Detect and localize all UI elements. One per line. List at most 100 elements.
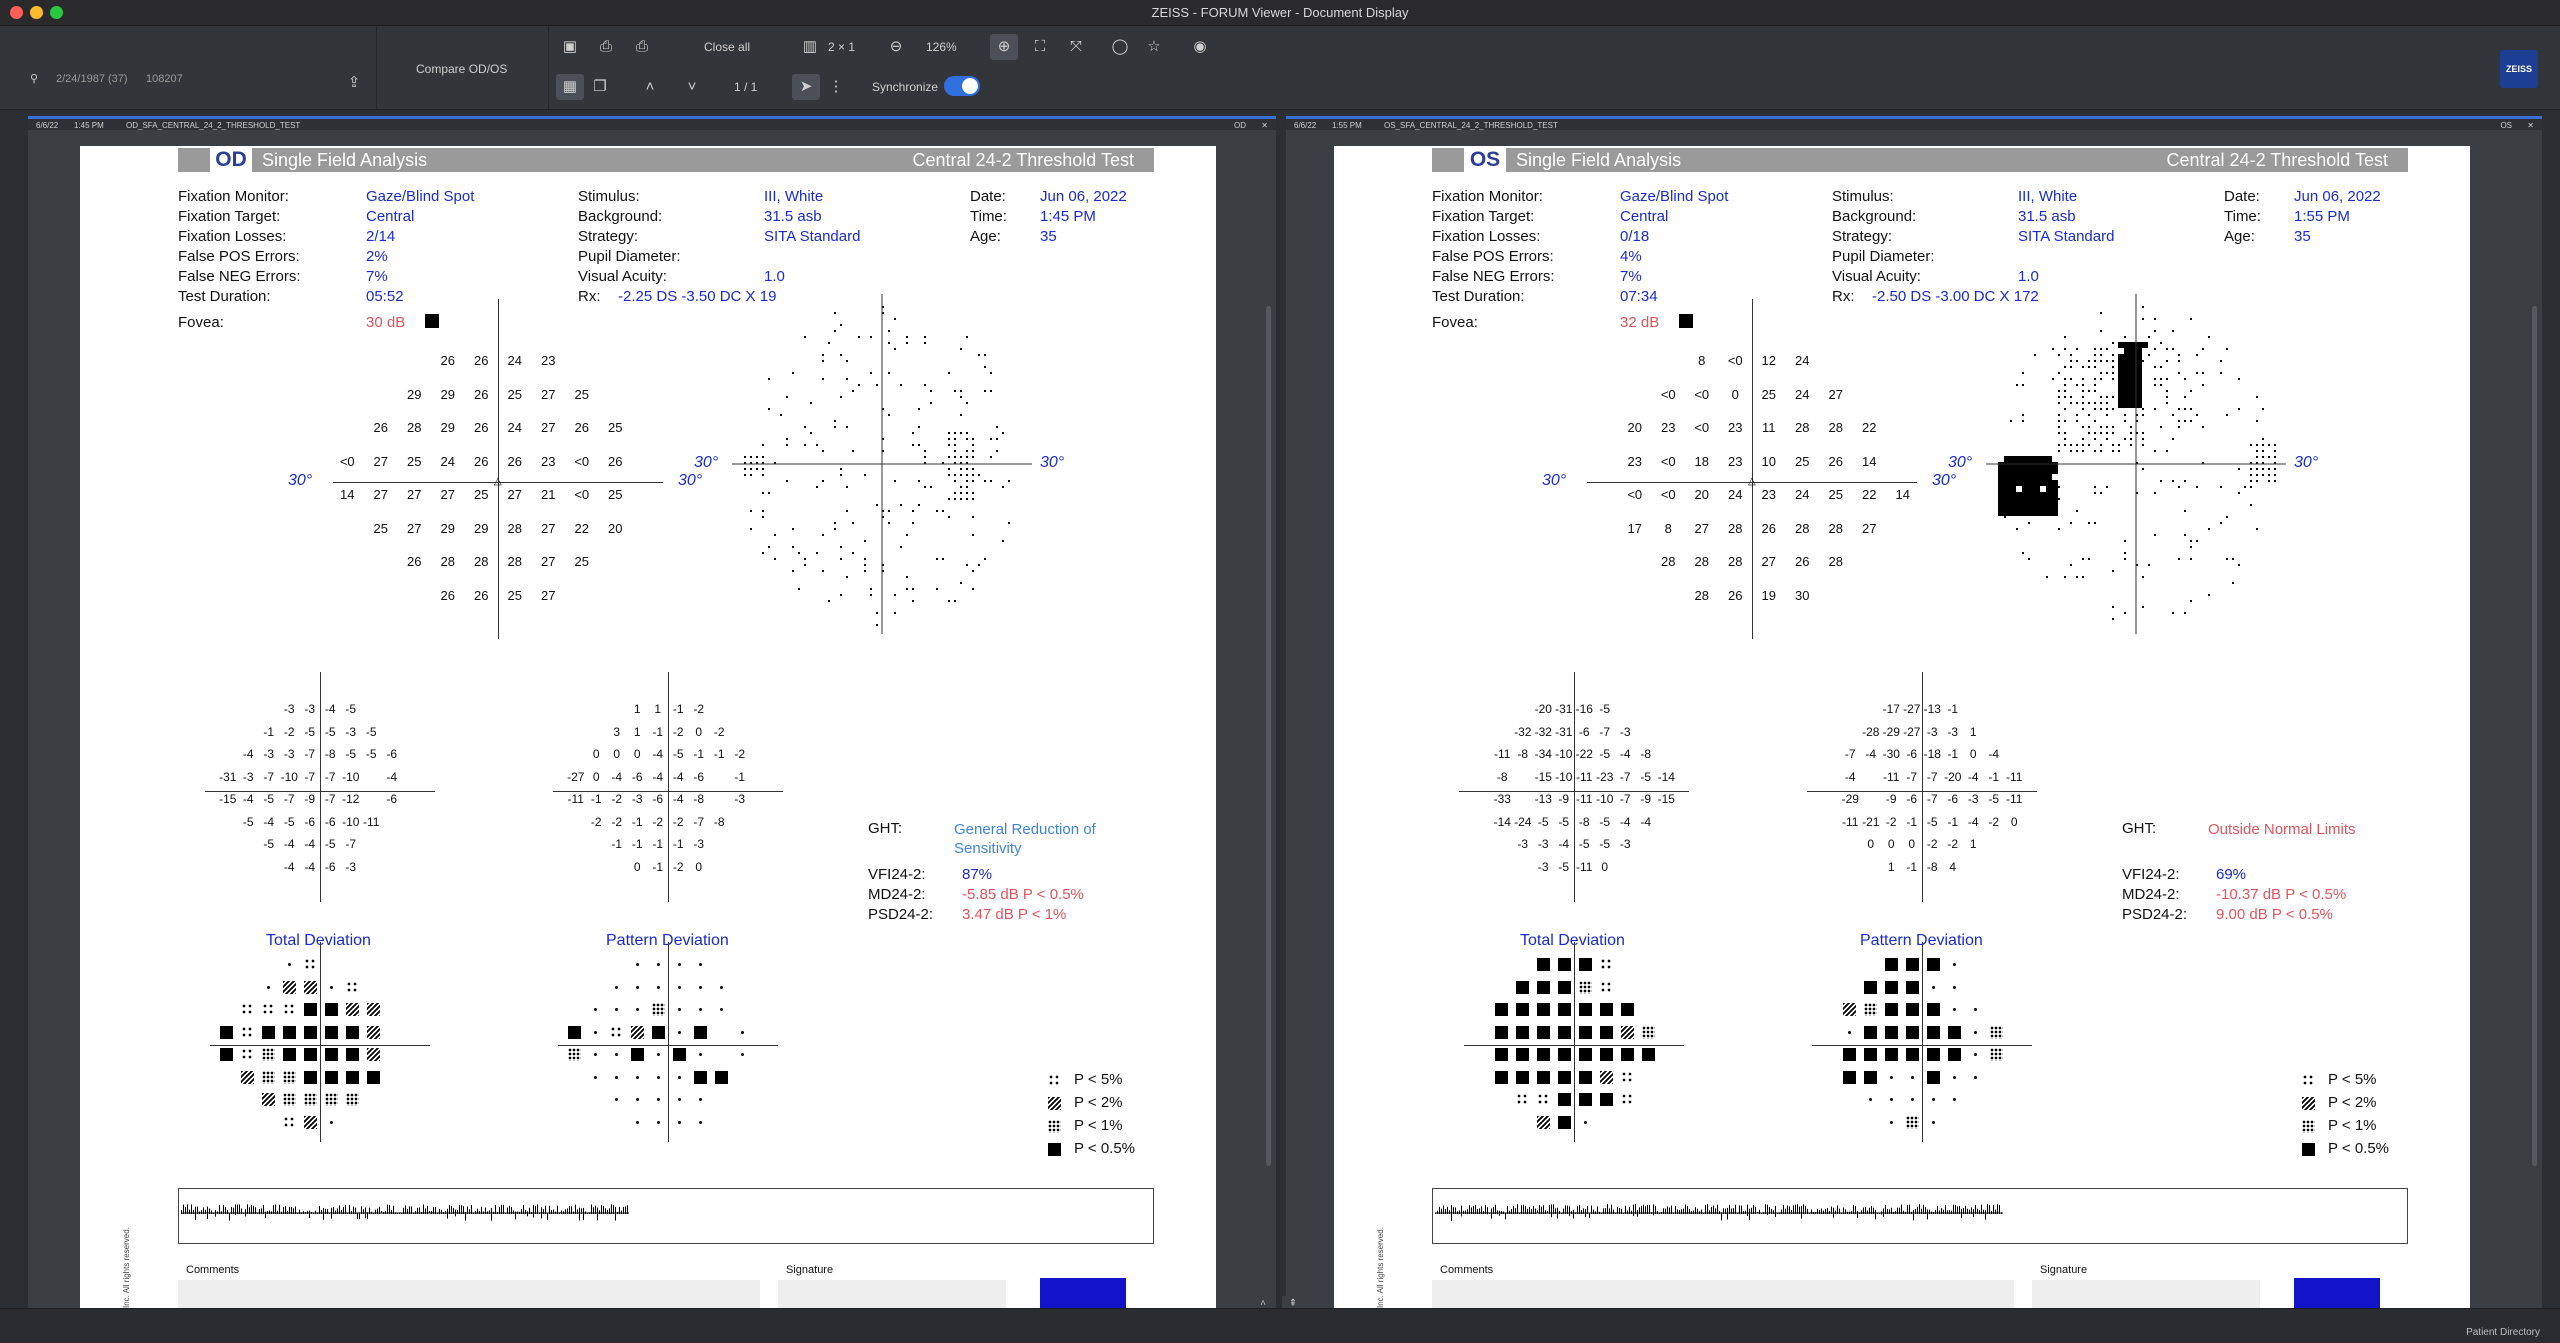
threshold-axis-vertical bbox=[498, 299, 499, 639]
previous-page-icon[interactable]: ˄ bbox=[636, 74, 664, 100]
next-page-icon[interactable]: ˅ bbox=[678, 74, 706, 100]
threshold-value: 27 bbox=[1694, 520, 1709, 536]
threshold-value: 23 bbox=[1627, 453, 1642, 469]
fixation-losses-label: Fixation Losses: bbox=[178, 228, 287, 245]
threshold-value: 23 bbox=[1761, 487, 1776, 502]
pattern-deviation-prob-symbol bbox=[714, 1070, 728, 1084]
close-panel-icon[interactable]: ✕ bbox=[1261, 121, 1268, 130]
bookmark-icon[interactable]: ☆ bbox=[1140, 34, 1168, 60]
threshold-value: 26 bbox=[474, 353, 489, 368]
test-duration-label: Test Duration: bbox=[1432, 288, 1525, 305]
degree-label-left: 30° bbox=[288, 472, 313, 490]
more-tools-icon[interactable]: ⋮ bbox=[822, 74, 850, 100]
total-deviation-prob-symbol bbox=[240, 1048, 254, 1061]
pattern-deviation-prob-symbol bbox=[1973, 1075, 1977, 1079]
pattern-deviation-value: -8 bbox=[713, 814, 725, 829]
print-preview-icon[interactable]: ⎙ bbox=[592, 34, 620, 60]
report-banner: OS Single Field Analysis Central 24-2 Thre… bbox=[1432, 148, 2408, 172]
close-panel-icon[interactable]: ✕ bbox=[2527, 121, 2534, 130]
zoom-level[interactable]: 126% bbox=[926, 40, 957, 54]
layout-selector[interactable]: 2 × 1 bbox=[828, 40, 855, 54]
total-deviation-prob-symbol bbox=[261, 1025, 275, 1039]
total-deviation-prob-symbol bbox=[1620, 1025, 1634, 1039]
comments-box[interactable] bbox=[1432, 1280, 2014, 1308]
fit-page-icon[interactable]: ⛶ bbox=[1026, 34, 1054, 60]
layout-icon[interactable]: ▥ bbox=[796, 34, 824, 60]
date-value: Jun 06, 2022 bbox=[1040, 188, 1127, 205]
stack-view-icon[interactable]: ❐ bbox=[586, 74, 614, 100]
md-value: -10.37 dB P < 0.5% bbox=[2216, 886, 2347, 903]
app-window: ZEISS - FORUM Viewer - Document Display … bbox=[0, 0, 2560, 1343]
pattern-deviation-prob-symbol bbox=[1952, 1075, 1956, 1079]
close-all-button[interactable]: Close all bbox=[704, 40, 750, 54]
export-icon[interactable]: ⇪ bbox=[340, 70, 368, 96]
legend-symbol bbox=[1048, 1120, 1061, 1133]
synchronize-toggle[interactable] bbox=[944, 76, 980, 96]
pattern-deviation-prob-symbol bbox=[656, 985, 660, 989]
total-deviation-prob-symbol bbox=[282, 1070, 296, 1084]
threshold-value: 28 bbox=[1728, 554, 1743, 569]
false-pos-errors-value: 2% bbox=[366, 248, 388, 265]
fullscreen-icon[interactable]: ⤧ bbox=[1062, 34, 1090, 60]
pattern-deviation-prob-symbol bbox=[593, 1030, 597, 1034]
gaze-tracking-strip bbox=[1432, 1188, 2408, 1244]
pattern-deviation-prob-symbol bbox=[1863, 980, 1877, 994]
stimulus-value: III, White bbox=[764, 188, 824, 205]
total-deviation-prob-symbol bbox=[1599, 1048, 1613, 1061]
zoom-out-icon[interactable]: ⊖ bbox=[882, 34, 910, 60]
pattern-deviation-prob-symbol bbox=[651, 1003, 665, 1016]
signature-box[interactable] bbox=[778, 1280, 1006, 1308]
threshold-value: 23 bbox=[1728, 453, 1743, 469]
print-icon[interactable]: ⎙ bbox=[628, 34, 656, 60]
ght-value: Outside Normal Limits bbox=[2208, 821, 2356, 838]
legend-symbol bbox=[2302, 1074, 2315, 1087]
total-deviation-value: -14 bbox=[1657, 769, 1675, 784]
panel-tab-od[interactable]: 6/6/22 1:45 PM OD_SFA_CENTRAL_24_2_THRES… bbox=[28, 116, 1276, 130]
total-deviation-prob-symbol bbox=[1536, 1070, 1550, 1084]
pattern-deviation-prob-symbol bbox=[1989, 1025, 2003, 1039]
eye-icon[interactable]: ◉ bbox=[1186, 34, 1214, 60]
degree-label-left: 30° bbox=[694, 454, 719, 471]
signature-box[interactable] bbox=[2032, 1280, 2260, 1308]
age-label: Age: bbox=[970, 228, 1001, 245]
zeiss-logo: ZEISS bbox=[2500, 50, 2538, 88]
pattern-deviation-prob-symbol bbox=[1931, 1120, 1935, 1124]
comments-box[interactable] bbox=[178, 1280, 760, 1308]
comment-icon[interactable]: ◯ bbox=[1106, 34, 1134, 60]
save-icon[interactable]: ▣ bbox=[556, 34, 584, 60]
pattern-deviation-value: -1 bbox=[734, 769, 746, 784]
total-deviation-prob-symbol bbox=[303, 1025, 317, 1039]
pattern-deviation-prob-symbol bbox=[1905, 1025, 1919, 1039]
total-deviation-value: -33 bbox=[1493, 792, 1511, 806]
legend-label: P < 0.5% bbox=[1074, 1140, 1136, 1157]
pattern-deviation-prob-symbol bbox=[1863, 1048, 1877, 1061]
degree-label-right: 30° bbox=[678, 472, 703, 490]
vertical-scrollbar[interactable] bbox=[1266, 306, 1271, 1166]
vertical-scrollbar[interactable] bbox=[2532, 306, 2537, 1166]
total-deviation-prob-symbol bbox=[240, 1003, 254, 1016]
panel-tab-os[interactable]: 6/6/22 1:55 PM OS_SFA_CENTRAL_24_2_THRES… bbox=[1286, 116, 2542, 130]
page-indicator[interactable]: 1 / 1 bbox=[734, 80, 757, 94]
grid-view-icon[interactable]: ▦ bbox=[556, 74, 584, 100]
test-name: Central 24-2 Threshold Test bbox=[2166, 150, 2388, 170]
total-deviation-prob-symbol bbox=[266, 985, 270, 989]
threshold-value: 26 bbox=[1795, 554, 1810, 569]
threshold-value: 25 bbox=[474, 487, 489, 502]
total-deviation-prob-symbol bbox=[1536, 1115, 1550, 1129]
zoom-in-icon[interactable]: ⊕ bbox=[990, 34, 1018, 60]
legend-label: P < 1% bbox=[1074, 1117, 1123, 1134]
vfi-label: VFI24-2: bbox=[868, 866, 926, 883]
threshold-value: <0 bbox=[339, 453, 355, 469]
total-deviation-value: -3 bbox=[345, 859, 357, 874]
compare-od-os-button[interactable]: Compare OD/OS bbox=[416, 62, 507, 76]
threshold-value: 23 bbox=[541, 353, 556, 368]
pattern-deviation-prob-symbol bbox=[1884, 980, 1898, 994]
pupil-diameter-label: Pupil Diameter: bbox=[1832, 248, 1935, 265]
visual-acuity-label: Visual Acuity: bbox=[1832, 268, 1921, 285]
patient-directory-button[interactable]: Patient Directory bbox=[2466, 1327, 2540, 1338]
threshold-value: 26 bbox=[440, 353, 455, 368]
fixation-monitor-value: Gaze/Blind Spot bbox=[366, 188, 475, 205]
degree-label-right: 30° bbox=[2294, 454, 2319, 471]
pointer-tool-icon[interactable]: ➤ bbox=[792, 74, 820, 100]
degree-label-right: 30° bbox=[1040, 454, 1065, 471]
